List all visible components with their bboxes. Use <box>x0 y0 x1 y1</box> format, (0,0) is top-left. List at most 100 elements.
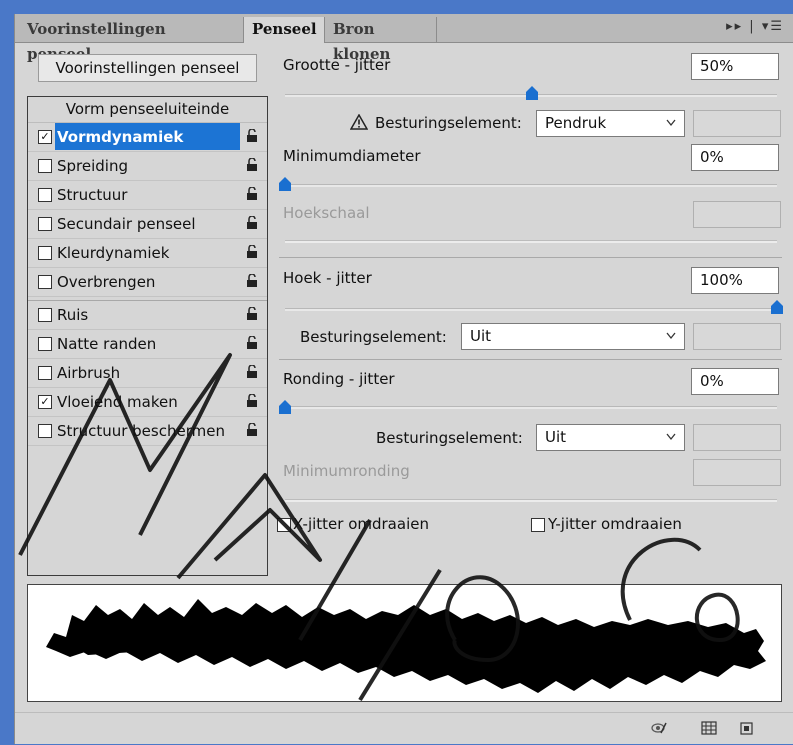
list-item-wet-edges[interactable]: Natte randen <box>28 330 267 359</box>
min-diameter-label: Minimumdiameter <box>283 147 421 165</box>
list-item-label: Vormdynamiek <box>55 123 240 150</box>
checkbox[interactable] <box>38 337 52 351</box>
lock-icon[interactable] <box>246 187 260 201</box>
checkbox[interactable] <box>38 424 52 438</box>
checkbox[interactable] <box>38 188 52 202</box>
tilt-scale-label: Hoekschaal <box>283 204 370 222</box>
list-item-airbrush[interactable]: Airbrush <box>28 359 267 388</box>
checkbox[interactable]: ✓ <box>38 130 52 144</box>
brush-options-list: Vorm penseeluiteinde ✓ Vormdynamiek Spre… <box>27 96 268 576</box>
control-2-label: Besturingselement: <box>300 328 447 346</box>
control-1-select[interactable]: Pendruk <box>536 110 685 137</box>
lock-icon[interactable] <box>246 365 260 379</box>
list-item-label: Structuur beschermen <box>57 422 225 440</box>
flip-y-label: Y-jitter omdraaien <box>548 515 682 533</box>
lock-icon[interactable] <box>246 423 260 437</box>
control-3-value: Uit <box>545 428 567 446</box>
checkbox[interactable] <box>38 366 52 380</box>
flip-x-label: X-jitter omdraaien <box>293 515 429 533</box>
list-item-label: Overbrengen <box>57 273 156 291</box>
lock-icon[interactable] <box>246 307 260 321</box>
list-item-shape-dynamics[interactable]: ✓ Vormdynamiek <box>28 123 267 152</box>
roundness-jitter-slider[interactable] <box>285 406 777 409</box>
list-item-dual-brush[interactable]: Secundair penseel <box>28 210 267 239</box>
section-divider <box>279 359 782 360</box>
min-roundness-slider <box>285 499 777 502</box>
brush-presets-button[interactable]: Voorinstellingen penseel <box>38 54 257 82</box>
list-item-texture[interactable]: Structuur <box>28 181 267 210</box>
lock-icon[interactable] <box>246 216 260 230</box>
control-1-value: Pendruk <box>545 114 607 132</box>
list-item-label: Secundair penseel <box>57 215 196 233</box>
flip-y-checkbox[interactable] <box>531 518 545 532</box>
warning-icon <box>350 114 368 130</box>
lock-icon[interactable] <box>246 245 260 259</box>
checkbox[interactable] <box>38 159 52 173</box>
list-item-scattering[interactable]: Spreiding <box>28 152 267 181</box>
size-jitter-label: Grootte - jitter <box>283 56 391 74</box>
control-3-extra-field <box>693 424 781 451</box>
tab-clone-source[interactable]: Bron klonen <box>325 17 437 63</box>
tab-bar: Voorinstellingen penseel Penseel Bron kl… <box>15 14 793 63</box>
list-item-label: Structuur <box>57 186 128 204</box>
control-3-select[interactable]: Uit <box>536 424 685 451</box>
checkbox[interactable]: ✓ <box>38 395 52 409</box>
panel-footer <box>15 712 793 745</box>
roundness-jitter-slider-thumb[interactable] <box>279 400 291 414</box>
checkbox[interactable] <box>38 275 52 289</box>
tilt-scale-slider <box>285 240 777 243</box>
checkbox[interactable] <box>38 217 52 231</box>
chevron-down-icon <box>666 332 676 340</box>
min-roundness-field <box>693 459 781 486</box>
list-item-smoothing[interactable]: ✓ Vloeiend maken <box>28 388 267 417</box>
checkbox[interactable] <box>38 308 52 322</box>
min-diameter-slider-thumb[interactable] <box>279 177 291 191</box>
list-item-transfer[interactable]: Overbrengen <box>28 268 267 297</box>
lock-icon[interactable] <box>246 394 260 408</box>
list-item-label: Vloeiend maken <box>57 393 178 411</box>
roundness-jitter-field[interactable]: 0% <box>691 368 779 395</box>
flip-x-checkbox[interactable] <box>277 518 291 532</box>
control-1-extra-field <box>693 110 781 137</box>
brush-panel: Voorinstellingen penseel Penseel Bron kl… <box>14 14 793 744</box>
tab-brush-presets[interactable]: Voorinstellingen penseel <box>19 17 244 63</box>
section-divider <box>279 257 782 258</box>
lock-icon[interactable] <box>246 129 260 143</box>
brush-stroke-image <box>46 599 766 693</box>
angle-jitter-label: Hoek - jitter <box>283 269 372 287</box>
list-item-protect-texture[interactable]: Structuur beschermen <box>28 417 267 446</box>
angle-jitter-slider-thumb[interactable] <box>771 300 783 314</box>
panel-menu-icon[interactable]: ▸▸ | ▾☰ <box>726 19 784 34</box>
chevron-down-icon <box>666 433 676 441</box>
brush-tip-shape-item[interactable]: Vorm penseeluiteinde <box>28 97 267 123</box>
size-jitter-slider-thumb[interactable] <box>526 86 538 100</box>
new-preset-icon[interactable] <box>739 721 755 735</box>
list-item-label: Spreiding <box>57 157 128 175</box>
grid-icon[interactable] <box>701 721 717 735</box>
angle-jitter-field[interactable]: 100% <box>691 267 779 294</box>
brush-stroke-preview <box>27 584 782 702</box>
lock-icon[interactable] <box>246 336 260 350</box>
list-item-label: Ruis <box>57 306 89 324</box>
eye-brush-icon[interactable] <box>651 721 667 735</box>
list-item-noise[interactable]: Ruis <box>28 301 267 330</box>
min-diameter-field[interactable]: 0% <box>691 144 779 171</box>
tilt-scale-field <box>693 201 781 228</box>
control-2-select[interactable]: Uit <box>461 323 685 350</box>
tab-brush[interactable]: Penseel <box>243 17 325 43</box>
list-item-label: Airbrush <box>57 364 121 382</box>
lock-icon[interactable] <box>246 158 260 172</box>
angle-jitter-slider[interactable] <box>285 308 777 311</box>
checkbox[interactable] <box>38 246 52 260</box>
roundness-jitter-label: Ronding - jitter <box>283 370 395 388</box>
chevron-down-icon <box>666 119 676 127</box>
size-jitter-field[interactable]: 50% <box>691 53 779 80</box>
list-item-label: Kleurdynamiek <box>57 244 170 262</box>
control-1-label: Besturingselement: <box>375 114 522 132</box>
list-item-label: Natte randen <box>57 335 157 353</box>
min-diameter-slider[interactable] <box>285 184 777 187</box>
control-3-label: Besturingselement: <box>376 429 523 447</box>
list-item-color-dynamics[interactable]: Kleurdynamiek <box>28 239 267 268</box>
lock-icon[interactable] <box>246 274 260 288</box>
min-roundness-label: Minimumronding <box>283 462 410 480</box>
